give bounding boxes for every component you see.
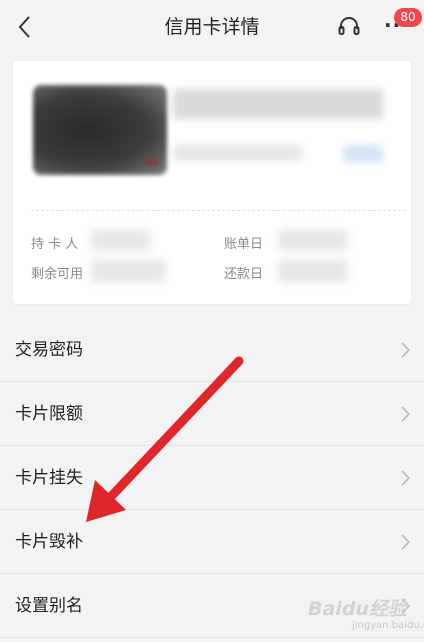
available-label: 剩余可用 — [31, 267, 84, 282]
card-image — [33, 85, 167, 175]
card-info-panel: 持 卡 人 账单日 剩余可用 还款日 — [13, 61, 411, 304]
card-name-blurred — [173, 89, 383, 119]
repay-day-value-blurred — [278, 259, 348, 283]
watermark: Baidu经验 jingyan.baidu.com — [308, 594, 424, 638]
holder-label: 持 卡 人 — [31, 237, 79, 252]
headset-icon[interactable] — [336, 14, 362, 40]
list-item-label: 卡片挂失 — [15, 468, 83, 488]
notification-badge: 80 — [394, 8, 422, 27]
chevron-right-icon — [401, 470, 411, 486]
chevron-right-icon — [401, 534, 411, 550]
repay-day-label: 还款日 — [224, 267, 264, 282]
bill-day-value-blurred — [278, 229, 348, 251]
bill-day-label: 账单日 — [224, 237, 264, 252]
list-item-trade-password[interactable]: 交易密码 — [0, 318, 424, 382]
holder-value-blurred — [91, 229, 151, 251]
divider — [31, 210, 406, 211]
chevron-right-icon — [401, 406, 411, 422]
list-item-card-limit[interactable]: 卡片限额 — [0, 382, 424, 446]
watermark-logo: Baidu经验 — [308, 598, 407, 620]
card-tag-blurred — [343, 145, 383, 163]
watermark-url: jingyan.baidu.com — [352, 620, 424, 631]
list-item-label: 交易密码 — [15, 340, 83, 360]
list-item-label: 卡片毁补 — [15, 532, 83, 552]
list-item-report-loss[interactable]: 卡片挂失 — [0, 446, 424, 510]
app-header: 信用卡详情 ··· 80 — [0, 0, 424, 54]
list-item-card-replace[interactable]: 卡片毁补 — [0, 510, 424, 574]
available-value-blurred — [91, 259, 166, 283]
card-number-blurred — [173, 145, 303, 161]
chevron-right-icon — [401, 342, 411, 358]
list-item-label: 卡片限额 — [15, 404, 83, 424]
list-item-label: 设置别名 — [15, 596, 83, 616]
